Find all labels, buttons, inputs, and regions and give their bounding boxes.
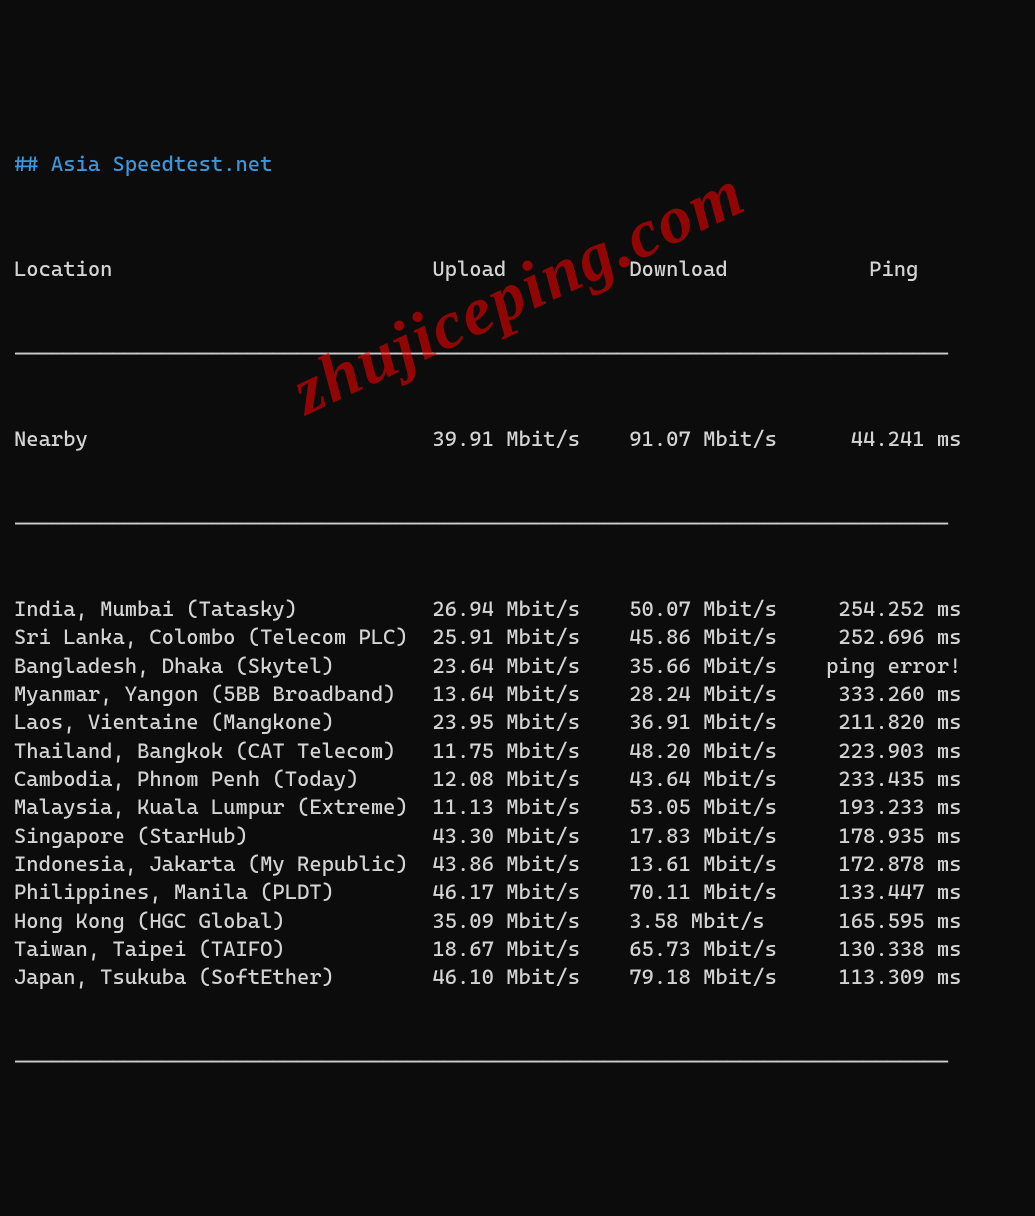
upload-cell: 46.17 Mbit/s <box>432 878 629 906</box>
download-cell: 91.07 Mbit/s <box>629 425 826 453</box>
table-row: Japan, Tsukuba (SoftEther)46.10 Mbit/s79… <box>14 963 1021 991</box>
header-upload: Upload <box>432 255 629 283</box>
table-row: Laos, Vientaine (Mangkone)23.95 Mbit/s36… <box>14 708 1021 736</box>
location-cell: India, Mumbai (Tatasky) <box>14 595 432 623</box>
download-cell: 53.05 Mbit/s <box>629 793 826 821</box>
ping-cell: 178.935 ms <box>826 822 961 850</box>
ping-cell: 193.233 ms <box>826 793 961 821</box>
upload-cell: 23.64 Mbit/s <box>432 652 629 680</box>
upload-cell: 46.10 Mbit/s <box>432 963 629 991</box>
table-row: Taiwan, Taipei (TAIFO)18.67 Mbit/s65.73 … <box>14 935 1021 963</box>
upload-cell: 13.64 Mbit/s <box>432 680 629 708</box>
location-cell: Japan, Tsukuba (SoftEther) <box>14 963 432 991</box>
download-cell: 3.58 Mbit/s <box>629 907 826 935</box>
location-cell: Nearby <box>14 425 432 453</box>
ping-cell: 165.595 ms <box>826 907 961 935</box>
table-row: Thailand, Bangkok (CAT Telecom)11.75 Mbi… <box>14 737 1021 765</box>
header-ping: Ping <box>826 255 961 283</box>
download-cell: 28.24 Mbit/s <box>629 680 826 708</box>
ping-cell: ping error! <box>826 652 961 680</box>
table-row: Malaysia, Kuala Lumpur (Extreme)11.13 Mb… <box>14 793 1021 821</box>
ping-cell: 113.309 ms <box>826 963 961 991</box>
table-row: Singapore (StarHub)43.30 Mbit/s17.83 Mbi… <box>14 822 1021 850</box>
upload-cell: 26.94 Mbit/s <box>432 595 629 623</box>
header-location: Location <box>14 255 432 283</box>
location-cell: Philippines, Manila (PLDT) <box>14 878 432 906</box>
ping-cell: 333.260 ms <box>826 680 961 708</box>
table-row: Cambodia, Phnom Penh (Today)12.08 Mbit/s… <box>14 765 1021 793</box>
upload-cell: 12.08 Mbit/s <box>432 765 629 793</box>
download-cell: 35.66 Mbit/s <box>629 652 826 680</box>
download-cell: 48.20 Mbit/s <box>629 737 826 765</box>
ping-cell: 130.338 ms <box>826 935 961 963</box>
location-cell: Taiwan, Taipei (TAIFO) <box>14 935 432 963</box>
ping-cell: 133.447 ms <box>826 878 961 906</box>
location-cell: Bangladesh, Dhaka (Skytel) <box>14 652 432 680</box>
upload-cell: 11.13 Mbit/s <box>432 793 629 821</box>
download-cell: 17.83 Mbit/s <box>629 822 826 850</box>
upload-cell: 35.09 Mbit/s <box>432 907 629 935</box>
location-cell: Cambodia, Phnom Penh (Today) <box>14 765 432 793</box>
table-row: Indonesia, Jakarta (My Republic)43.86 Mb… <box>14 850 1021 878</box>
table-row: Hong Kong (HGC Global)35.09 Mbit/s3.58 M… <box>14 907 1021 935</box>
ping-cell: 44.241 ms <box>826 425 961 453</box>
nearby-row: Nearby39.91 Mbit/s91.07 Mbit/s44.241 ms <box>14 425 1021 453</box>
download-cell: 45.86 Mbit/s <box>629 623 826 651</box>
location-cell: Indonesia, Jakarta (My Republic) <box>14 850 432 878</box>
table-row: Sri Lanka, Colombo (Telecom PLC)25.91 Mb… <box>14 623 1021 651</box>
ping-cell: 223.903 ms <box>826 737 961 765</box>
table-row: India, Mumbai (Tatasky)26.94 Mbit/s50.07… <box>14 595 1021 623</box>
download-cell: 43.64 Mbit/s <box>629 765 826 793</box>
location-cell: Hong Kong (HGC Global) <box>14 907 432 935</box>
download-cell: 79.18 Mbit/s <box>629 963 826 991</box>
upload-cell: 43.30 Mbit/s <box>432 822 629 850</box>
location-cell: Singapore (StarHub) <box>14 822 432 850</box>
table-row: Bangladesh, Dhaka (Skytel)23.64 Mbit/s35… <box>14 652 1021 680</box>
location-cell: Thailand, Bangkok (CAT Telecom) <box>14 737 432 765</box>
location-cell: Myanmar, Yangon (5BB Broadband) <box>14 680 432 708</box>
download-cell: 70.11 Mbit/s <box>629 878 826 906</box>
divider: ----------------------------------------… <box>14 1048 1021 1076</box>
download-cell: 13.61 Mbit/s <box>629 850 826 878</box>
watermark-text: zhujiceping.com <box>278 147 760 437</box>
divider: ----------------------------------------… <box>14 510 1021 538</box>
upload-cell: 43.86 Mbit/s <box>432 850 629 878</box>
upload-cell: 39.91 Mbit/s <box>432 425 629 453</box>
upload-cell: 25.91 Mbit/s <box>432 623 629 651</box>
table-row: Philippines, Manila (PLDT)46.17 Mbit/s70… <box>14 878 1021 906</box>
upload-cell: 23.95 Mbit/s <box>432 708 629 736</box>
ping-cell: 252.696 ms <box>826 623 961 651</box>
results-list: India, Mumbai (Tatasky)26.94 Mbit/s50.07… <box>14 595 1021 992</box>
upload-cell: 18.67 Mbit/s <box>432 935 629 963</box>
ping-cell: 233.435 ms <box>826 765 961 793</box>
ping-cell: 172.878 ms <box>826 850 961 878</box>
download-cell: 36.91 Mbit/s <box>629 708 826 736</box>
location-cell: Sri Lanka, Colombo (Telecom PLC) <box>14 623 432 651</box>
download-cell: 65.73 Mbit/s <box>629 935 826 963</box>
ping-cell: 211.820 ms <box>826 708 961 736</box>
header-row: LocationUploadDownloadPing <box>14 255 1021 283</box>
ping-cell: 254.252 ms <box>826 595 961 623</box>
location-cell: Laos, Vientaine (Mangkone) <box>14 708 432 736</box>
divider: ----------------------------------------… <box>14 340 1021 368</box>
section-title: ## Asia Speedtest.net <box>14 150 1021 178</box>
upload-cell: 11.75 Mbit/s <box>432 737 629 765</box>
table-row: Myanmar, Yangon (5BB Broadband)13.64 Mbi… <box>14 680 1021 708</box>
location-cell: Malaysia, Kuala Lumpur (Extreme) <box>14 793 432 821</box>
header-download: Download <box>629 255 826 283</box>
download-cell: 50.07 Mbit/s <box>629 595 826 623</box>
